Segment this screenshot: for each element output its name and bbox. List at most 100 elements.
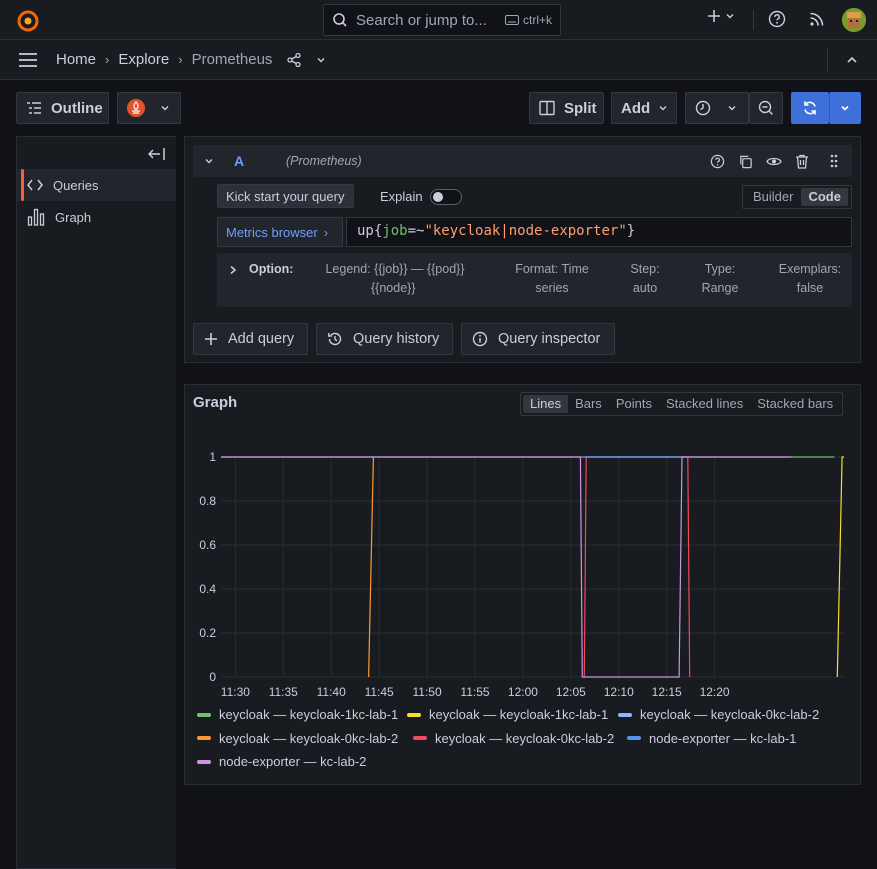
menu-icon[interactable]	[18, 52, 38, 68]
refresh-icon	[804, 101, 816, 115]
explain-toggle[interactable]	[430, 189, 462, 205]
style-bars-button[interactable]: Bars	[568, 395, 609, 413]
sidebar-item-graph[interactable]: Graph	[17, 201, 176, 233]
y-tick-label: 1	[209, 450, 216, 464]
query-history-button[interactable]: Query history	[316, 323, 453, 355]
style-stacked-bars-button[interactable]: Stacked bars	[750, 395, 840, 413]
time-range-picker[interactable]	[685, 92, 749, 124]
legend-swatch	[627, 736, 641, 740]
legend-label: node-exporter — kc-lab-1	[649, 730, 797, 746]
expr-value: "keycloak|node-exporter"	[424, 223, 627, 239]
legend-item[interactable]: keycloak — keycloak-0kc-lab-2	[413, 731, 614, 746]
zoom-out-button[interactable]	[749, 92, 783, 124]
x-tick-label: 12:20	[700, 685, 730, 699]
toggle-knob	[433, 192, 443, 202]
breadcrumb: Home › Explore › Prometheus	[56, 51, 326, 68]
x-tick-label: 12:00	[508, 685, 538, 699]
info-icon	[472, 331, 488, 347]
y-tick-label: 0.6	[199, 538, 216, 552]
chevron-down-icon[interactable]	[204, 156, 214, 166]
query-options-row[interactable]: Option: Legend: {{job}} — {{pod}} {{node}…	[217, 253, 852, 307]
sidebar-item-queries[interactable]: Queries	[17, 169, 176, 201]
search-shortcut: ctrl+k	[504, 13, 552, 27]
style-stacked-lines-button[interactable]: Stacked lines	[659, 395, 750, 413]
add-query-button[interactable]: Add query	[193, 323, 308, 355]
datasource-picker[interactable]	[117, 92, 181, 124]
x-tick-label: 11:30	[221, 685, 250, 699]
legend-label: keycloak — keycloak-0kc-lab-2	[435, 730, 615, 746]
chevron-down-icon[interactable]	[316, 55, 326, 65]
eye-icon[interactable]	[766, 155, 782, 168]
new-menu-button[interactable]	[707, 9, 735, 23]
explain-label: Explain	[380, 189, 423, 204]
legend-item[interactable]: keycloak — keycloak-0kc-lab-2	[618, 707, 819, 722]
expr-label: job	[382, 223, 408, 239]
drag-handle-icon[interactable]	[830, 154, 838, 168]
legend-item[interactable]: node-exporter — kc-lab-2	[197, 754, 366, 769]
chevron-right-icon	[230, 265, 237, 275]
legend-item[interactable]: keycloak — keycloak-1kc-lab-1	[407, 707, 608, 722]
outline-button[interactable]: Outline	[16, 92, 109, 124]
kick-start-query-button[interactable]: Kick start your query	[217, 184, 354, 208]
legend-label: keycloak — keycloak-1kc-lab-1	[429, 707, 609, 722]
clock-icon	[695, 100, 711, 116]
x-tick-label: 11:45	[365, 685, 394, 699]
legend-swatch	[197, 736, 211, 740]
query-row-header[interactable]: A (Prometheus)	[193, 145, 852, 177]
chevron-down-icon	[659, 106, 667, 111]
query-inspector-button[interactable]: Query inspector	[461, 323, 615, 355]
trash-icon[interactable]	[795, 154, 809, 169]
x-tick-label: 11:50	[412, 685, 441, 699]
add-button[interactable]: Add	[611, 92, 677, 124]
option-exemplars: Exemplars: false	[778, 262, 842, 295]
x-tick-label: 11:40	[317, 685, 346, 699]
avatar-icon	[842, 8, 866, 32]
help-icon[interactable]	[768, 10, 786, 28]
series-line	[583, 456, 691, 678]
navbar-divider	[827, 48, 828, 72]
chevron-right-icon: ›	[323, 224, 329, 240]
legend-item[interactable]: node-exporter — kc-lab-1	[627, 731, 796, 746]
split-button[interactable]: Split	[529, 92, 604, 124]
series-line	[836, 456, 844, 678]
share-icon[interactable]	[286, 52, 302, 68]
style-points-button[interactable]: Points	[609, 395, 659, 413]
refresh-button[interactable]	[791, 92, 829, 124]
series-line	[368, 456, 374, 678]
x-tick-label: 12:15	[652, 685, 682, 699]
style-lines-button[interactable]: Lines	[523, 395, 569, 413]
breadcrumb-bar: Home › Explore › Prometheus	[0, 40, 877, 80]
chevron-up-icon[interactable]	[846, 55, 858, 65]
chevron-down-icon	[726, 14, 734, 19]
breadcrumb-home[interactable]: Home	[56, 51, 96, 68]
grafana-logo-icon[interactable]	[16, 8, 40, 32]
y-tick-label: 0.2	[199, 626, 216, 640]
legend-label: keycloak — keycloak-0kc-lab-2	[640, 707, 820, 722]
legend-swatch	[197, 712, 211, 717]
query-ref-id[interactable]: A	[234, 153, 244, 169]
breadcrumb-explore[interactable]: Explore	[118, 51, 169, 68]
search-input[interactable]: Search or jump to... ctrl+k	[323, 4, 561, 36]
collapse-outline-icon[interactable]	[148, 147, 166, 161]
metrics-browser-button[interactable]: Metrics browser ›	[217, 217, 343, 247]
legend-item[interactable]: keycloak — keycloak-0kc-lab-2	[197, 731, 398, 746]
time-series-chart[interactable]: 0 0.2 0.4 0.6 0.8 1 11:30 11:35 11:40 11:45 11:50 1…	[185, 425, 860, 700]
rss-news-icon[interactable]	[808, 10, 826, 28]
mode-builder-button[interactable]: Builder	[745, 188, 801, 206]
user-avatar[interactable]	[842, 8, 866, 32]
query-datasource-name: (Prometheus)	[286, 154, 362, 168]
mode-code-button[interactable]: Code	[801, 188, 848, 206]
plus-icon	[708, 10, 720, 22]
search-icon	[333, 13, 347, 27]
duplicate-icon[interactable]	[738, 154, 753, 169]
legend-label: keycloak — keycloak-1kc-lab-1	[219, 707, 399, 722]
help-icon[interactable]	[710, 154, 725, 169]
query-expression-input[interactable]: up{job=~"keycloak|node-exporter"}	[346, 217, 852, 247]
zoom-out-icon	[758, 100, 773, 115]
expr-brace-close: }	[626, 223, 636, 239]
legend-item[interactable]: keycloak — keycloak-1kc-lab-1	[197, 707, 398, 722]
chevron-down-icon	[161, 106, 169, 111]
refresh-interval-dropdown[interactable]	[829, 92, 861, 124]
legend-swatch	[197, 759, 211, 764]
breadcrumb-current: Prometheus	[191, 51, 273, 68]
